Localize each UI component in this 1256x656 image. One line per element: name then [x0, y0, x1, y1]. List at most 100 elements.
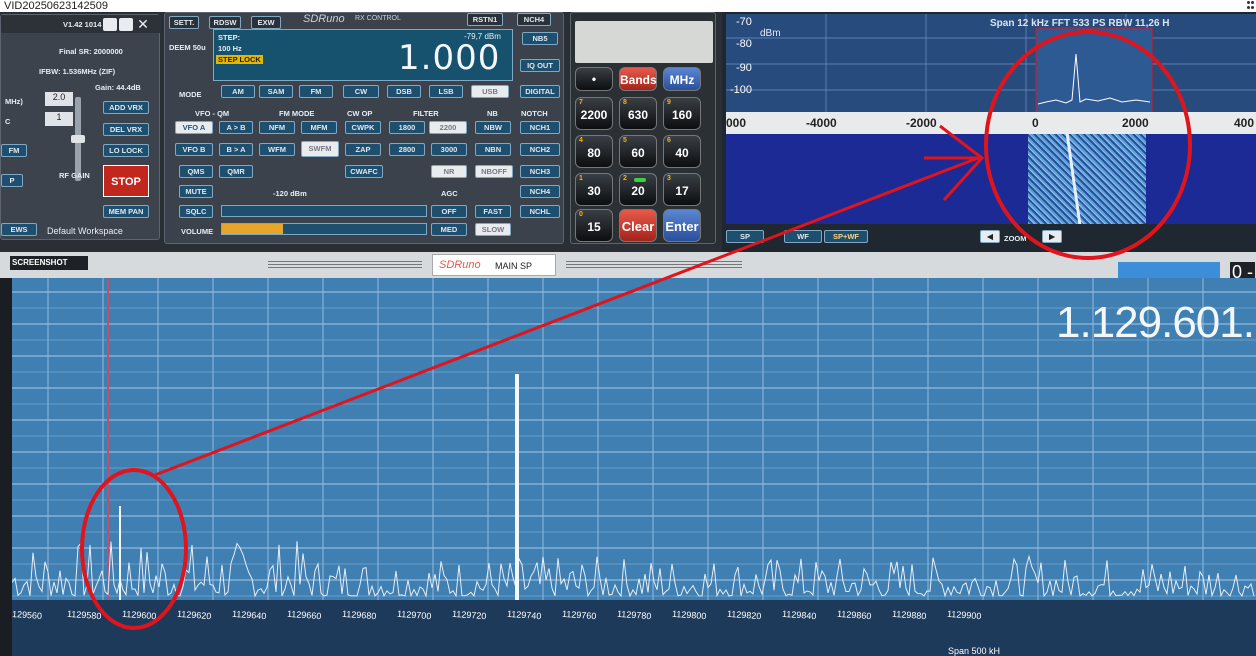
nfm-button[interactable]: NFM — [259, 121, 295, 134]
mode-fm[interactable]: FM — [299, 85, 333, 98]
mode-usb[interactable]: USB — [471, 85, 509, 98]
enter-button[interactable]: Enter — [663, 209, 701, 242]
wfm-button[interactable]: WFM — [259, 143, 295, 156]
sqlc-button[interactable]: SQLC — [179, 205, 213, 218]
key-30[interactable]: 1 30 — [575, 173, 613, 206]
main-panel-header: V1.42 1014 ✕ — [1, 15, 161, 33]
mute-button[interactable]: MUTE — [179, 185, 213, 198]
ews-button[interactable]: EWS — [1, 223, 37, 236]
fm-fragment-button[interactable]: FM — [1, 144, 27, 157]
filter-3000-button[interactable]: 3000 — [431, 143, 467, 156]
key-2200[interactable]: 7 2200 — [575, 97, 613, 130]
clear-button[interactable]: Clear — [619, 209, 657, 242]
key-630[interactable]: 8 630 — [619, 97, 657, 130]
x-tick-label: 1129780 — [616, 608, 652, 622]
mode-dsb[interactable]: DSB — [387, 85, 421, 98]
mhz-button[interactable]: MHz — [663, 67, 701, 91]
cwpk-button[interactable]: CWPK — [345, 121, 381, 134]
agc-slow-button[interactable]: SLOW — [475, 223, 511, 236]
value-field-1[interactable]: 2.0 — [45, 92, 73, 106]
key-blank[interactable]: • — [575, 67, 613, 91]
add-vrx-button[interactable]: ADD VRX — [103, 101, 149, 114]
main-sp-label: SDRuno MAIN SP — [432, 254, 556, 276]
nb-label: NB — [487, 109, 498, 118]
step-lock-badge[interactable]: STEP LOCK — [216, 55, 263, 64]
cwafc-button[interactable]: CWAFC — [345, 165, 383, 178]
close-icon[interactable]: ✕ — [135, 17, 151, 31]
minimize-button[interactable] — [103, 18, 117, 31]
sp-wf-button[interactable]: SP+WF — [824, 230, 868, 243]
stop-button[interactable]: STOP — [103, 165, 149, 197]
mode-am[interactable]: AM — [221, 85, 255, 98]
nboff-button[interactable]: NBOFF — [475, 165, 513, 178]
del-vrx-button[interactable]: DEL VRX — [103, 123, 149, 136]
exw-tab[interactable]: EXW — [251, 16, 281, 29]
mode-sam[interactable]: SAM — [259, 85, 293, 98]
drag-grip-right[interactable] — [566, 260, 742, 268]
nch2-button[interactable]: NCH2 — [520, 143, 560, 156]
rstn-tab[interactable]: RSTN1 — [467, 13, 503, 26]
zap-button[interactable]: ZAP — [345, 143, 381, 156]
x-tick-label: 1129900 — [946, 608, 982, 622]
rdsw-tab[interactable]: RDSW — [209, 16, 241, 29]
nch4-button[interactable]: NCH4 — [520, 185, 560, 198]
mode-lsb[interactable]: LSB — [429, 85, 463, 98]
nbn-button[interactable]: NBN — [475, 143, 511, 156]
qmr-button[interactable]: QMR — [219, 165, 253, 178]
menu-dot-icon — [1247, 6, 1250, 9]
mode-cw[interactable]: CW — [343, 85, 379, 98]
bands-button[interactable]: Bands — [619, 67, 657, 91]
nr-button[interactable]: NR — [431, 165, 467, 178]
drag-grip-left[interactable] — [268, 260, 422, 268]
mfm-button[interactable]: MFM — [301, 121, 337, 134]
agc-med-button[interactable]: MED — [431, 223, 467, 236]
step-label: STEP: — [218, 33, 241, 42]
value-field-2[interactable]: 1 — [45, 112, 73, 126]
iq-out-button[interactable]: IQ OUT — [520, 59, 560, 72]
agc-off-button[interactable]: OFF — [431, 205, 467, 218]
agc-fast-button[interactable]: FAST — [475, 205, 511, 218]
main-spectrum-plot[interactable]: 1.129.601. 129560 1129580 1129600 1129620 11… — [12, 278, 1256, 656]
key-20[interactable]: 2 20 — [619, 173, 657, 206]
aux-xtick: 400 — [1234, 116, 1255, 130]
nch1-button[interactable]: NCH1 — [520, 121, 560, 134]
screenshot-tab[interactable]: SCREENSHOT — [10, 256, 88, 270]
nb5-button[interactable]: NB5 — [522, 32, 558, 45]
volume-slider[interactable] — [221, 223, 427, 235]
nch4-tab[interactable]: NCH4 — [517, 13, 551, 26]
squelch-slider[interactable] — [221, 205, 427, 217]
restore-button[interactable] — [119, 18, 133, 31]
key-40[interactable]: 6 40 — [663, 135, 701, 168]
key-80[interactable]: 4 80 — [575, 135, 613, 168]
qms-button[interactable]: QMS — [179, 165, 213, 178]
filter-2200-button[interactable]: 2200 — [429, 121, 467, 134]
vfo-b-button[interactable]: VFO B — [175, 143, 213, 156]
key-15[interactable]: 0 15 — [575, 209, 613, 242]
frequency-display[interactable]: STEP: 100 Hz STEP LOCK -79,7 dBm 1.000 — [213, 29, 513, 81]
b-to-a-button[interactable]: B > A — [219, 143, 253, 156]
main-sp-title: MAIN SP — [495, 261, 533, 271]
key-160[interactable]: 9 160 — [663, 97, 701, 130]
version-label: V1.42 1014 — [63, 20, 102, 29]
vfo-a-button[interactable]: VFO A — [175, 121, 213, 134]
nbw-button[interactable]: NBW — [475, 121, 511, 134]
sp-button[interactable]: SP — [726, 230, 764, 243]
key-17[interactable]: 3 17 — [663, 173, 701, 206]
a-to-b-button[interactable]: A > B — [219, 121, 253, 134]
main-x-axis: 129560 1129580 1129600 1129620 1129640 112966… — [12, 600, 1256, 656]
swfm-button[interactable]: SWFM — [301, 141, 339, 157]
sett-tab[interactable]: SETT. — [169, 16, 199, 29]
rf-gain-slider-thumb[interactable] — [71, 135, 85, 143]
key-60[interactable]: 5 60 — [619, 135, 657, 168]
mem-pan-button[interactable]: MEM PAN — [103, 205, 149, 218]
filter-1800-button[interactable]: 1800 — [389, 121, 425, 134]
mode-digital[interactable]: DIGITAL — [520, 85, 560, 98]
lo-lock-button[interactable]: LO LOCK — [103, 144, 149, 157]
nchl-button[interactable]: NCHL — [520, 205, 560, 218]
wf-button[interactable]: WF — [784, 230, 822, 243]
nch3-button[interactable]: NCH3 — [520, 165, 560, 178]
p-fragment-button[interactable]: P — [1, 174, 23, 187]
x-tick-label: 1129700 — [396, 608, 432, 622]
filter-2800-button[interactable]: 2800 — [389, 143, 425, 156]
zoom-out-icon[interactable]: ◀ — [980, 230, 1000, 243]
